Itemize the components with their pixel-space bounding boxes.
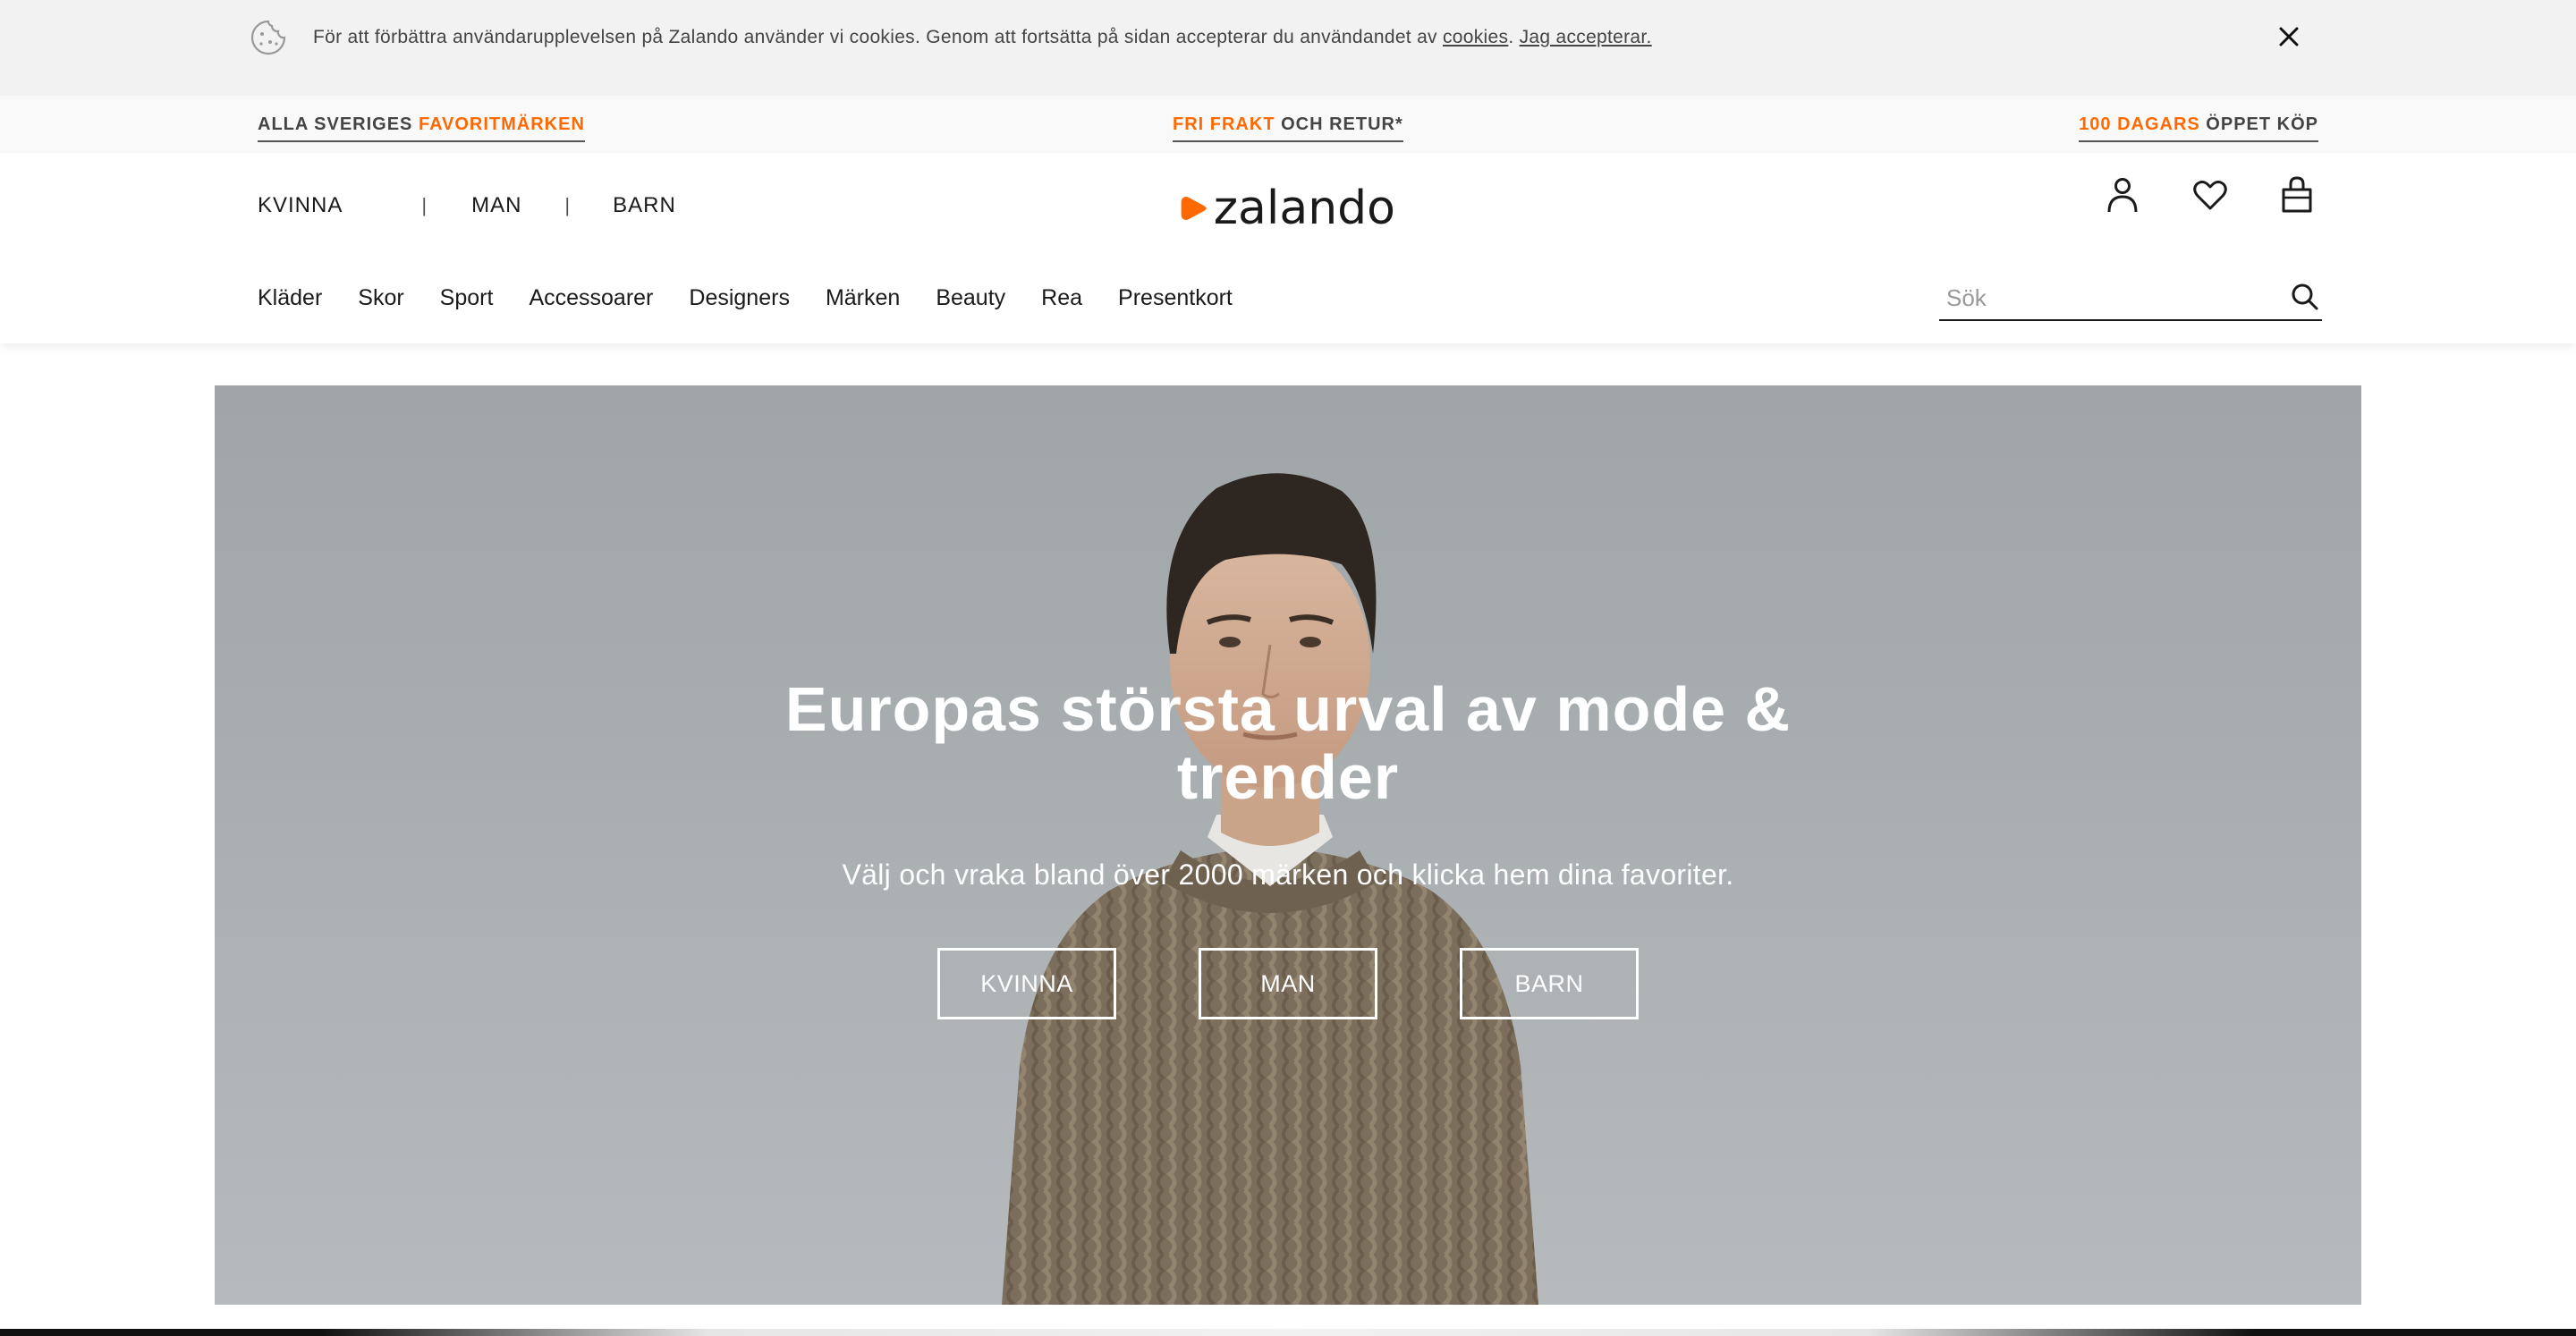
usp-returns-accent: 100 DAGARS <box>2079 114 2200 134</box>
heart-icon[interactable] <box>2188 173 2233 217</box>
gender-nav: KVINNA | MAN | BARN <box>258 193 676 218</box>
usp-returns-suffix: ÖPPET KÖP <box>2199 114 2318 134</box>
usp-brands-link[interactable]: ALLA SVERIGES FAVORITMÄRKEN <box>258 114 585 142</box>
hero-button-kvinna[interactable]: KVINNA <box>937 948 1116 1019</box>
hero-button-man[interactable]: MAN <box>1199 948 1377 1019</box>
account-icon[interactable] <box>2100 173 2145 217</box>
gender-link-kvinna[interactable]: KVINNA <box>258 193 343 218</box>
category-link-marken[interactable]: Märken <box>826 285 900 311</box>
usp-shipping-link[interactable]: FRI FRAKT OCH RETUR* <box>1173 114 1403 142</box>
site-header: KVINNA | MAN | BARN zalando Kläder Skor … <box>0 153 2576 343</box>
category-link-klader[interactable]: Kläder <box>258 285 322 311</box>
gender-separator: | <box>564 194 571 216</box>
usp-returns-link[interactable]: 100 DAGARS ÖPPET KÖP <box>2079 114 2318 142</box>
cookie-banner: För att förbättra användarupplevelsen på… <box>0 0 2576 96</box>
window-bottom-edge <box>0 1329 2576 1336</box>
cookie-message-text: För att förbättra användarupplevelsen på… <box>313 27 1443 47</box>
zalando-logo[interactable]: zalando <box>1179 180 1395 237</box>
usp-brands-accent: FAVORITMÄRKEN <box>418 114 585 134</box>
cookie-icon <box>250 20 286 55</box>
category-link-skor[interactable]: Skor <box>358 285 403 311</box>
cookie-separator: . <box>1508 27 1514 47</box>
search-icon[interactable] <box>2288 280 2322 314</box>
gender-link-man[interactable]: MAN <box>471 193 521 218</box>
usp-bar: ALLA SVERIGES FAVORITMÄRKEN FRI FRAKT OC… <box>0 96 2576 153</box>
category-link-rea[interactable]: Rea <box>1041 285 1082 311</box>
search-input[interactable] <box>1946 282 2268 314</box>
search-box <box>1939 275 2322 321</box>
next-section-edge <box>322 1329 2254 1336</box>
hero-button-barn[interactable]: BARN <box>1460 948 1639 1019</box>
category-link-designers[interactable]: Designers <box>689 285 790 311</box>
category-link-presentkort[interactable]: Presentkort <box>1118 285 1233 311</box>
category-link-sport[interactable]: Sport <box>440 285 494 311</box>
category-link-beauty[interactable]: Beauty <box>936 285 1005 311</box>
cookies-link[interactable]: cookies <box>1443 27 1508 47</box>
category-link-accessoarer[interactable]: Accessoarer <box>529 285 653 311</box>
cookie-message: För att förbättra användarupplevelsen på… <box>313 27 1652 48</box>
logo-text: zalando <box>1213 182 1395 235</box>
hero-title: Europas största urval av mode & trender <box>215 675 2361 811</box>
accept-cookies-link[interactable]: Jag accepterar. <box>1520 27 1652 47</box>
gender-separator: | <box>421 194 428 216</box>
hero-title-line-1: Europas största urval av mode & <box>784 674 1792 744</box>
category-nav: Kläder Skor Sport Accessoarer Designers … <box>258 285 1268 311</box>
hero-title-line-2: trender <box>1176 742 1400 812</box>
gender-link-barn[interactable]: BARN <box>613 193 676 218</box>
hero-model-image <box>1002 473 1538 1305</box>
hero-subtitle: Välj och vraka bland över 2000 märken oc… <box>842 858 1734 891</box>
usp-shipping-accent: FRI FRAKT <box>1173 114 1275 134</box>
usp-brands-prefix: ALLA SVERIGES <box>258 114 419 134</box>
logo-mark-icon <box>1181 197 1207 220</box>
usp-shipping-suffix: OCH RETUR* <box>1275 114 1403 134</box>
hero-banner: Europas största urval av mode & trender … <box>215 385 2361 1305</box>
bag-icon[interactable] <box>2275 173 2319 217</box>
close-icon[interactable] <box>2272 20 2306 54</box>
